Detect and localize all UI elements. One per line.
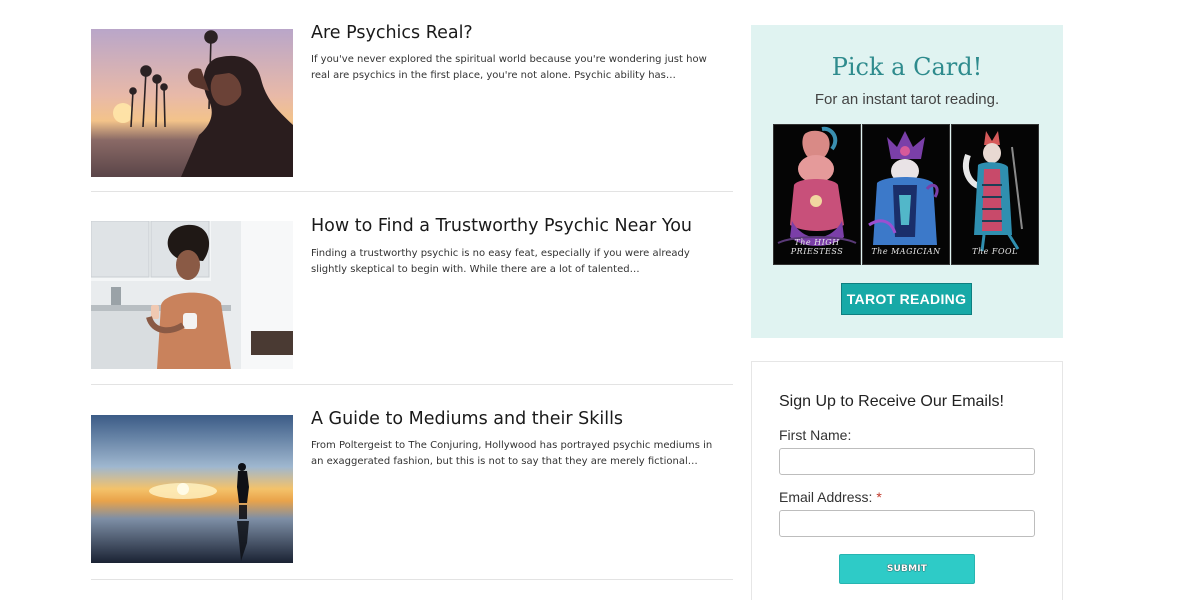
article-thumbnail[interactable] <box>91 221 293 369</box>
email-signup-form: Sign Up to Receive Our Emails! First Nam… <box>751 361 1063 600</box>
woman-kitchen-photo <box>91 221 293 369</box>
article-thumbnail[interactable] <box>91 415 293 563</box>
submit-button[interactable]: SUBMIT <box>839 554 975 584</box>
tarot-card-magician[interactable]: The MAGICIAN <box>862 124 950 265</box>
tarot-widget: Pick a Card! For an instant tarot readin… <box>751 25 1063 338</box>
tarot-heading: Pick a Card! <box>831 53 983 81</box>
signup-title: Sign Up to Receive Our Emails! <box>779 393 1004 410</box>
article-item: Are Psychics Real? If you've never explo… <box>91 0 733 192</box>
tarot-card-fool[interactable]: The FOOL <box>951 124 1039 265</box>
article-excerpt: Finding a trustworthy psychic is no easy… <box>311 248 690 275</box>
article-excerpt: If you've never explored the spiritual w… <box>311 54 707 81</box>
card-name: The MAGICIAN <box>871 247 941 256</box>
email-label-text: Email Address: <box>779 489 873 505</box>
first-name-input[interactable] <box>779 448 1035 475</box>
fool-illustration <box>962 131 1023 252</box>
first-name-label-text: First Name: <box>779 427 852 443</box>
required-marker: * <box>876 489 882 505</box>
article-title[interactable]: Are Psychics Real? <box>311 23 473 43</box>
article-title[interactable]: How to Find a Trustworthy Psychic Near Y… <box>311 216 692 236</box>
tarot-reading-button[interactable]: TAROT READING <box>841 283 972 315</box>
tarot-card-row: The HIGH PRIESTESS The MAGICIAN The FOOL <box>773 124 1041 265</box>
article-item: How to Find a Trustworthy Psychic Near Y… <box>91 192 733 385</box>
tarot-subheading: For an instant tarot reading. <box>814 91 1000 108</box>
email-address-label: Email Address: * <box>779 489 882 505</box>
article-thumbnail[interactable] <box>91 29 293 177</box>
first-name-label: First Name: <box>779 427 851 443</box>
magician-illustration <box>868 131 939 245</box>
article-title[interactable]: A Guide to Mediums and their Skills <box>311 409 623 429</box>
woman-sunset-photo <box>91 29 293 177</box>
article-list: Are Psychics Real? If you've never explo… <box>91 0 733 580</box>
card-name: The HIGH PRIESTESS <box>790 238 844 256</box>
email-address-input[interactable] <box>779 510 1035 537</box>
article-excerpt: From Poltergeist to The Conjuring, Holly… <box>311 440 713 467</box>
silhouette-sunset-photo <box>91 415 293 563</box>
tarot-card-high-priestess[interactable]: The HIGH PRIESTESS <box>773 124 861 265</box>
card-name: The FOOL <box>972 247 1018 256</box>
article-item: A Guide to Mediums and their Skills From… <box>91 385 733 580</box>
